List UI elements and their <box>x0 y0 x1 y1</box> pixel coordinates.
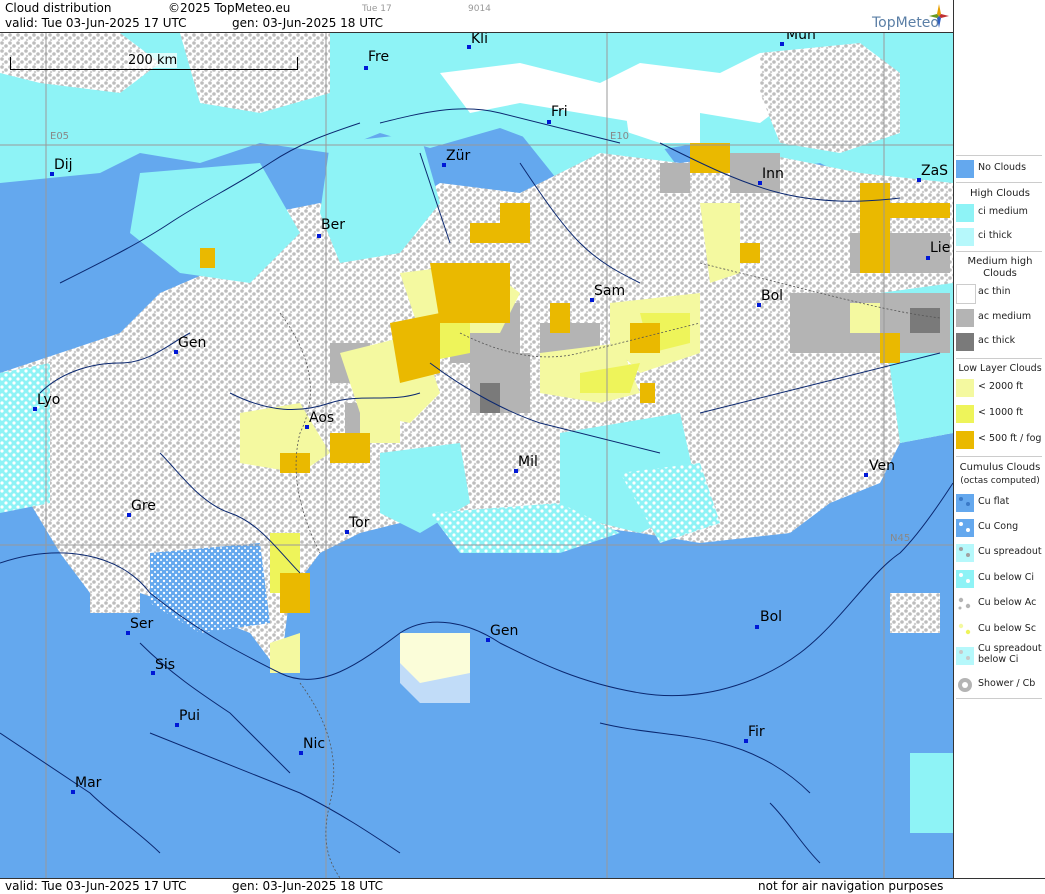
legend-no-clouds: No Clouds <box>954 158 1045 180</box>
city-gen-south: Gen <box>490 623 519 639</box>
city-aos: Aos <box>309 410 335 426</box>
legend-cu-below-sc: Cu below Sc <box>954 619 1045 641</box>
city-zur: Zür <box>446 148 471 164</box>
legend-ac-medium: ac medium <box>954 307 1045 329</box>
city-zas: ZaS <box>921 163 949 179</box>
city-lie: Lie <box>930 240 951 256</box>
city-fre: Fre <box>368 49 390 65</box>
legend-cu-flat: Cu flat <box>954 492 1045 514</box>
legend-cu-spreadout-below-ci: Cu spreadout below Ci <box>954 643 1045 667</box>
city-mun: Mün <box>786 33 816 43</box>
scale-label: 200 km <box>128 53 178 68</box>
city-dij: Dij <box>54 157 73 173</box>
footer-disclaimer: not for air navigation purposes <box>758 879 944 893</box>
footer-valid-time: valid: Tue 03-Jun-2025 17 UTC <box>5 879 187 893</box>
grid-label-n45: N45 <box>890 533 911 544</box>
compass-logo-icon <box>929 4 949 28</box>
legend-cu-spreadout: Cu spreadout <box>954 542 1045 564</box>
city-inn: Inn <box>762 166 784 182</box>
legend-cu-below-ac: Cu below Ac <box>954 593 1045 615</box>
legend-ci-thick: ci thick <box>954 226 1045 248</box>
legend-cu-below-ci: Cu below Ci <box>954 568 1045 590</box>
legend-cumulus-heading: Cumulus Clouds <box>959 462 1041 473</box>
city-sam: Sam <box>594 283 626 299</box>
footer-generated-time: gen: 03-Jun-2025 18 UTC <box>232 879 384 893</box>
city-sis: Sis <box>155 657 176 673</box>
map-canvas <box>0 33 953 878</box>
cloud-map[interactable]: 200 km E05 E10 N45 Fre Kli Mün Fri Dij Z… <box>0 33 953 878</box>
legend-ac-thick: ac thick <box>954 331 1045 353</box>
small-code-label: 9014 <box>468 4 491 14</box>
city-ser: Ser <box>130 616 154 632</box>
city-bol-south: Bol <box>760 609 783 625</box>
grid-label-e10: E10 <box>610 131 630 142</box>
legend-low-500: < 500 ft / fog <box>954 429 1045 451</box>
city-ven: Ven <box>869 458 895 474</box>
city-fir: Fir <box>748 724 765 740</box>
city-tor: Tor <box>349 515 370 531</box>
grid-label-e05: E05 <box>50 131 70 142</box>
map-header: Cloud distribution ©2025 TopMeteo.eu Tue… <box>0 0 953 33</box>
legend-low-2000: < 2000 ft <box>954 377 1045 399</box>
city-gre: Gre <box>131 498 156 514</box>
legend-ci-medium: ci medium <box>954 202 1045 224</box>
legend-low-layer-heading: Low Layer Clouds <box>958 363 1042 374</box>
city-gen-north: Gen <box>178 335 207 351</box>
city-mar: Mar <box>75 775 102 791</box>
legend-shower-cb: Shower / Cb <box>954 674 1045 696</box>
city-pui: Pui <box>179 708 200 724</box>
city-fri: Fri <box>551 104 568 120</box>
small-day-label: Tue 17 <box>362 4 392 14</box>
legend-medium-high-heading: Medium high Clouds <box>967 256 1033 279</box>
legend-octas-note: (octas computed) <box>960 476 1040 486</box>
legend-cu-cong: Cu Cong <box>954 517 1045 539</box>
city-ber: Ber <box>321 217 345 233</box>
city-kli: Kli <box>471 33 488 47</box>
legend-low-1000: < 1000 ft <box>954 403 1045 425</box>
valid-time: valid: Tue 03-Jun-2025 17 UTC <box>5 16 187 30</box>
legend-high-clouds-heading: High Clouds <box>970 188 1030 199</box>
city-lyo: Lyo <box>37 392 61 408</box>
city-mil: Mil <box>518 454 538 470</box>
copyright-text: ©2025 TopMeteo.eu <box>168 1 291 15</box>
product-title: Cloud distribution <box>5 1 112 15</box>
map-footer: valid: Tue 03-Jun-2025 17 UTC gen: 03-Ju… <box>0 878 1045 894</box>
generated-time: gen: 03-Jun-2025 18 UTC <box>232 16 384 30</box>
city-bol-north: Bol <box>761 288 784 304</box>
cloud-legend: No Clouds High Clouds ci medium ci thick… <box>953 0 1045 878</box>
city-nic: Nic <box>303 736 326 752</box>
legend-ac-thin: ac thin <box>954 282 1045 304</box>
